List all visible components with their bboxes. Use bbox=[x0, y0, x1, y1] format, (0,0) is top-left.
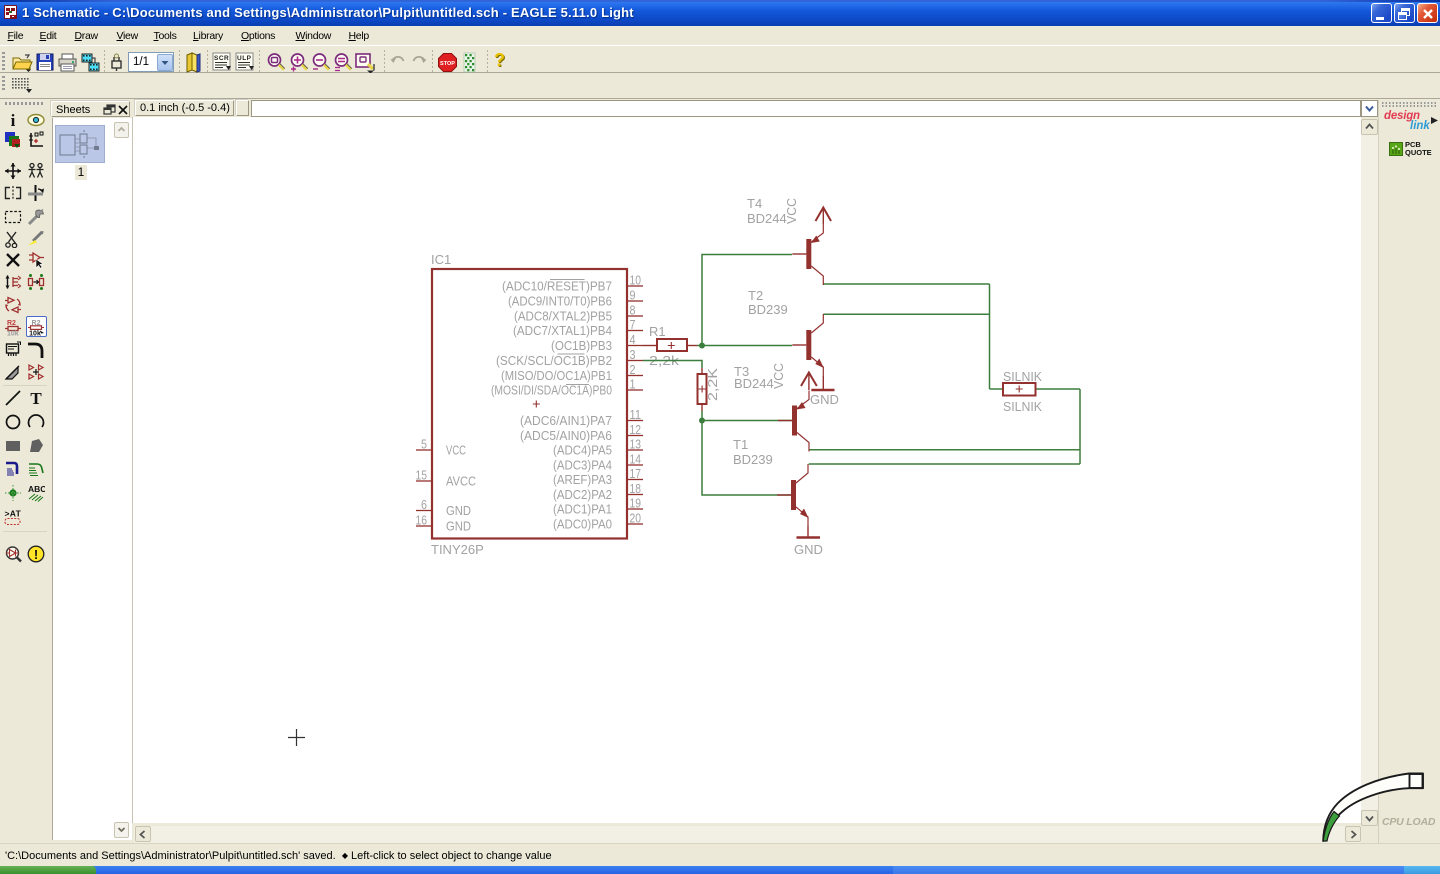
svg-text:T1: T1 bbox=[733, 437, 748, 452]
svg-text:BD244: BD244 bbox=[747, 211, 787, 226]
svg-text:BD239: BD239 bbox=[748, 302, 788, 317]
svg-text:18: 18 bbox=[630, 481, 642, 496]
svg-text:BD244: BD244 bbox=[734, 376, 774, 391]
svg-text:TINY26P: TINY26P bbox=[431, 542, 484, 557]
svg-text:R1: R1 bbox=[649, 324, 666, 339]
svg-text:GND: GND bbox=[446, 503, 471, 518]
svg-text:GND: GND bbox=[810, 392, 839, 407]
svg-text:(ADC10/RESET)PB7: (ADC10/RESET)PB7 bbox=[502, 279, 612, 294]
svg-text:(ADC1)PA1: (ADC1)PA1 bbox=[553, 502, 612, 517]
svg-text:ABC: ABC bbox=[28, 484, 45, 494]
svg-text:AVCC: AVCC bbox=[446, 474, 476, 489]
svg-text:(ADC3)PA4: (ADC3)PA4 bbox=[553, 458, 612, 473]
svg-text:6: 6 bbox=[421, 497, 427, 512]
svg-text:10k: 10k bbox=[7, 331, 19, 337]
svg-text:IC1: IC1 bbox=[431, 252, 451, 267]
svg-text:T: T bbox=[30, 389, 42, 407]
svg-text:>AT: >AT bbox=[5, 509, 22, 519]
svg-text:BD239: BD239 bbox=[733, 452, 773, 467]
svg-text:VCC: VCC bbox=[784, 198, 799, 224]
svg-text:SCR: SCR bbox=[214, 55, 229, 62]
svg-text:VCC: VCC bbox=[446, 443, 466, 458]
svg-text:(ADC0)PA0: (ADC0)PA0 bbox=[553, 517, 612, 532]
svg-text:10: 10 bbox=[630, 273, 642, 288]
svg-text:STOP: STOP bbox=[440, 61, 455, 67]
svg-text:(ADC7/XTAL1)PB4: (ADC7/XTAL1)PB4 bbox=[513, 323, 612, 338]
svg-text:5: 5 bbox=[421, 437, 427, 452]
svg-text:T2: T2 bbox=[748, 288, 763, 303]
svg-text:(ADC5/AIN0)PA6: (ADC5/AIN0)PA6 bbox=[520, 428, 612, 443]
svg-text:13: 13 bbox=[630, 437, 642, 452]
svg-text:(OC1B)PB3: (OC1B)PB3 bbox=[551, 338, 612, 353]
svg-text:(ADC2)PA2: (ADC2)PA2 bbox=[553, 487, 612, 502]
svg-text:4: 4 bbox=[630, 332, 636, 347]
svg-text:T4: T4 bbox=[747, 196, 762, 211]
svg-text:16: 16 bbox=[416, 513, 428, 528]
svg-text:17: 17 bbox=[630, 466, 642, 481]
svg-text:11: 11 bbox=[630, 407, 642, 422]
svg-text:i: i bbox=[11, 111, 16, 129]
svg-text:15: 15 bbox=[416, 468, 428, 483]
svg-text:19: 19 bbox=[630, 496, 642, 511]
svg-text:VCC: VCC bbox=[771, 363, 786, 389]
svg-text:1: 1 bbox=[630, 377, 636, 392]
svg-text:ULP: ULP bbox=[237, 55, 252, 62]
svg-text:GND: GND bbox=[794, 542, 823, 557]
svg-text:SILNIK: SILNIK bbox=[1003, 399, 1042, 414]
svg-text:SILNIK: SILNIK bbox=[1003, 369, 1042, 384]
svg-text:9: 9 bbox=[630, 288, 636, 303]
svg-text:10k: 10k bbox=[29, 331, 41, 337]
svg-text:(ADC4)PA5: (ADC4)PA5 bbox=[553, 443, 612, 458]
svg-text:(ADC6/AIN1)PA7: (ADC6/AIN1)PA7 bbox=[520, 413, 612, 428]
svg-text:!: ! bbox=[34, 547, 38, 562]
svg-text:GND: GND bbox=[446, 519, 471, 534]
svg-text:14: 14 bbox=[630, 452, 642, 467]
svg-text:12: 12 bbox=[630, 422, 642, 437]
svg-text:3: 3 bbox=[630, 347, 636, 362]
svg-text:(SCK/SCL/OC1B)PB2: (SCK/SCL/OC1B)PB2 bbox=[496, 353, 612, 368]
svg-text:(MOSI/DI/SDA/OC1A)PB0: (MOSI/DI/SDA/OC1A)PB0 bbox=[491, 383, 612, 398]
svg-text:7: 7 bbox=[630, 317, 636, 332]
svg-text:(ADC9/INT0/T0)PB6: (ADC9/INT0/T0)PB6 bbox=[508, 294, 612, 309]
svg-text:8: 8 bbox=[630, 303, 636, 318]
svg-text:2: 2 bbox=[630, 362, 636, 377]
svg-text:(ADC8/XTAL2)PB5: (ADC8/XTAL2)PB5 bbox=[514, 309, 612, 324]
svg-text:20: 20 bbox=[630, 511, 642, 526]
svg-text:(AREF)PA3: (AREF)PA3 bbox=[553, 472, 612, 487]
svg-text:(MISO/DO/OC1A)PB1: (MISO/DO/OC1A)PB1 bbox=[501, 368, 612, 383]
